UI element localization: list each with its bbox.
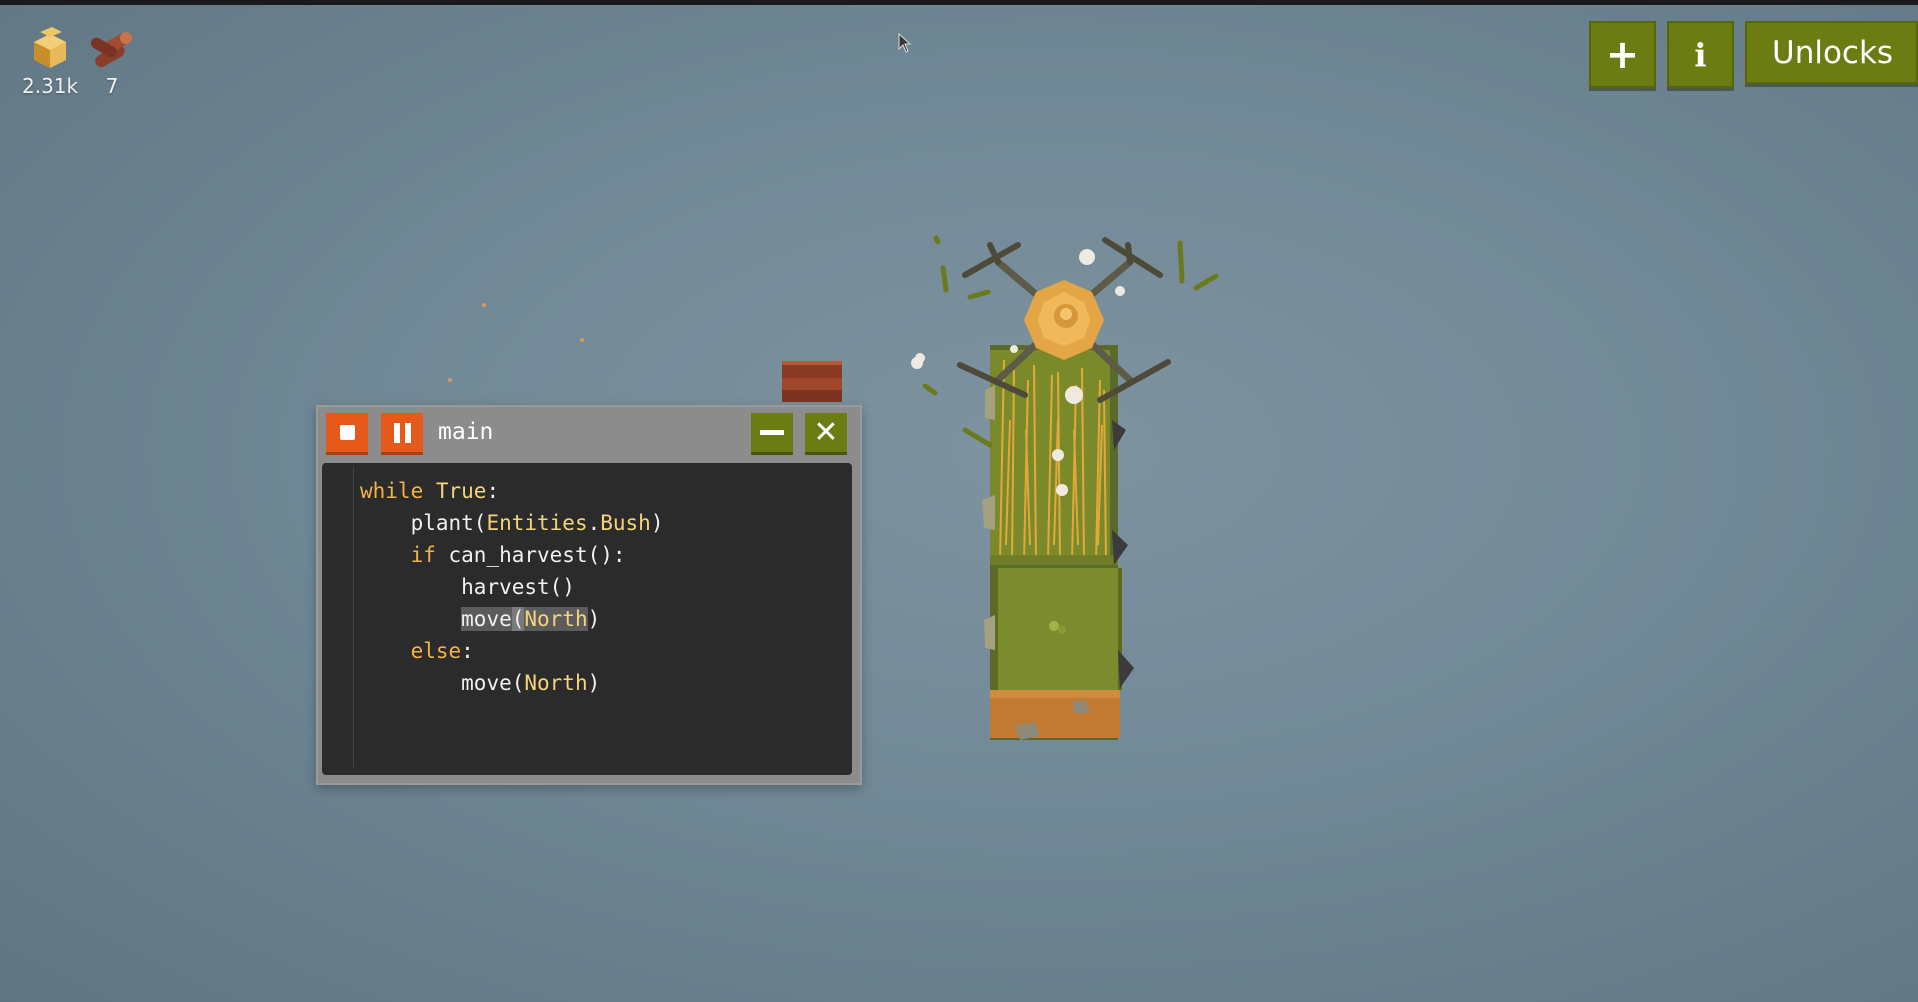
code-token: harvest(): [461, 575, 575, 599]
code-window[interactable]: main ✕ while True: plant(Entities.Bush) …: [316, 405, 862, 785]
wood-count: 7: [105, 74, 119, 98]
resource-hay: 2.31k: [22, 24, 78, 98]
code-token: (: [511, 607, 525, 631]
code-token: plant(: [410, 511, 487, 535]
code-token: :: [486, 479, 500, 503]
code-window-titlebar[interactable]: main ✕: [318, 407, 860, 463]
code-token: while: [360, 479, 424, 503]
code-token: else: [410, 639, 462, 663]
code-editor[interactable]: while True: plant(Entities.Bush) if can_…: [322, 463, 852, 775]
hay-count: 2.31k: [22, 74, 79, 98]
stop-icon: [339, 425, 355, 440]
minimize-icon: [760, 430, 784, 435]
code-line[interactable]: move(North): [360, 603, 663, 635]
plus-icon: +: [1605, 31, 1640, 78]
code-token: North: [524, 607, 588, 631]
code-line[interactable]: if can_harvest():: [360, 539, 663, 571]
top-edge: [0, 0, 1918, 5]
indent-guide: [353, 467, 354, 767]
info-icon: i: [1694, 35, 1707, 74]
code-token: Entities: [486, 511, 588, 535]
pause-button[interactable]: [381, 413, 423, 455]
wood-stack: [782, 361, 842, 402]
code-token: ): [650, 511, 664, 535]
window-title: main: [438, 419, 494, 445]
unlocks-label: Unlocks: [1772, 34, 1894, 71]
code-token: can_harvest():: [435, 543, 626, 567]
wood-icon: [90, 32, 132, 67]
info-button[interactable]: i: [1667, 21, 1734, 88]
code-token: True: [435, 479, 487, 503]
code-token: .: [587, 511, 601, 535]
hay-icon: [34, 27, 66, 68]
code-token: North: [524, 671, 588, 695]
stop-button[interactable]: [326, 413, 368, 455]
code-token: ): [587, 607, 601, 631]
code-line[interactable]: while True:: [360, 475, 663, 507]
mouse-cursor-icon: [898, 33, 912, 53]
unlocks-button[interactable]: Unlocks: [1745, 21, 1918, 84]
code-line[interactable]: harvest(): [360, 571, 663, 603]
pause-icon: [393, 422, 411, 443]
close-icon: ✕: [813, 414, 839, 450]
close-button[interactable]: ✕: [805, 413, 847, 455]
field-column: [982, 345, 1134, 740]
add-button[interactable]: +: [1589, 21, 1656, 88]
code-token: move(: [461, 671, 525, 695]
code-token: ): [587, 671, 601, 695]
code-line[interactable]: else:: [360, 635, 663, 667]
game-world: [448, 235, 1219, 740]
resource-wood: 7: [88, 24, 136, 98]
code-line[interactable]: plant(Entities.Bush): [360, 507, 664, 539]
code-token: move: [461, 607, 512, 631]
minimize-button[interactable]: [751, 413, 793, 455]
code-token: if: [410, 543, 436, 567]
code-token: Bush: [600, 511, 651, 535]
drone: [957, 237, 1171, 403]
code-line[interactable]: move(North): [360, 667, 663, 699]
code-text[interactable]: while True: plant(Entities.Bush) if can_…: [360, 475, 663, 699]
code-token: :: [461, 639, 474, 663]
